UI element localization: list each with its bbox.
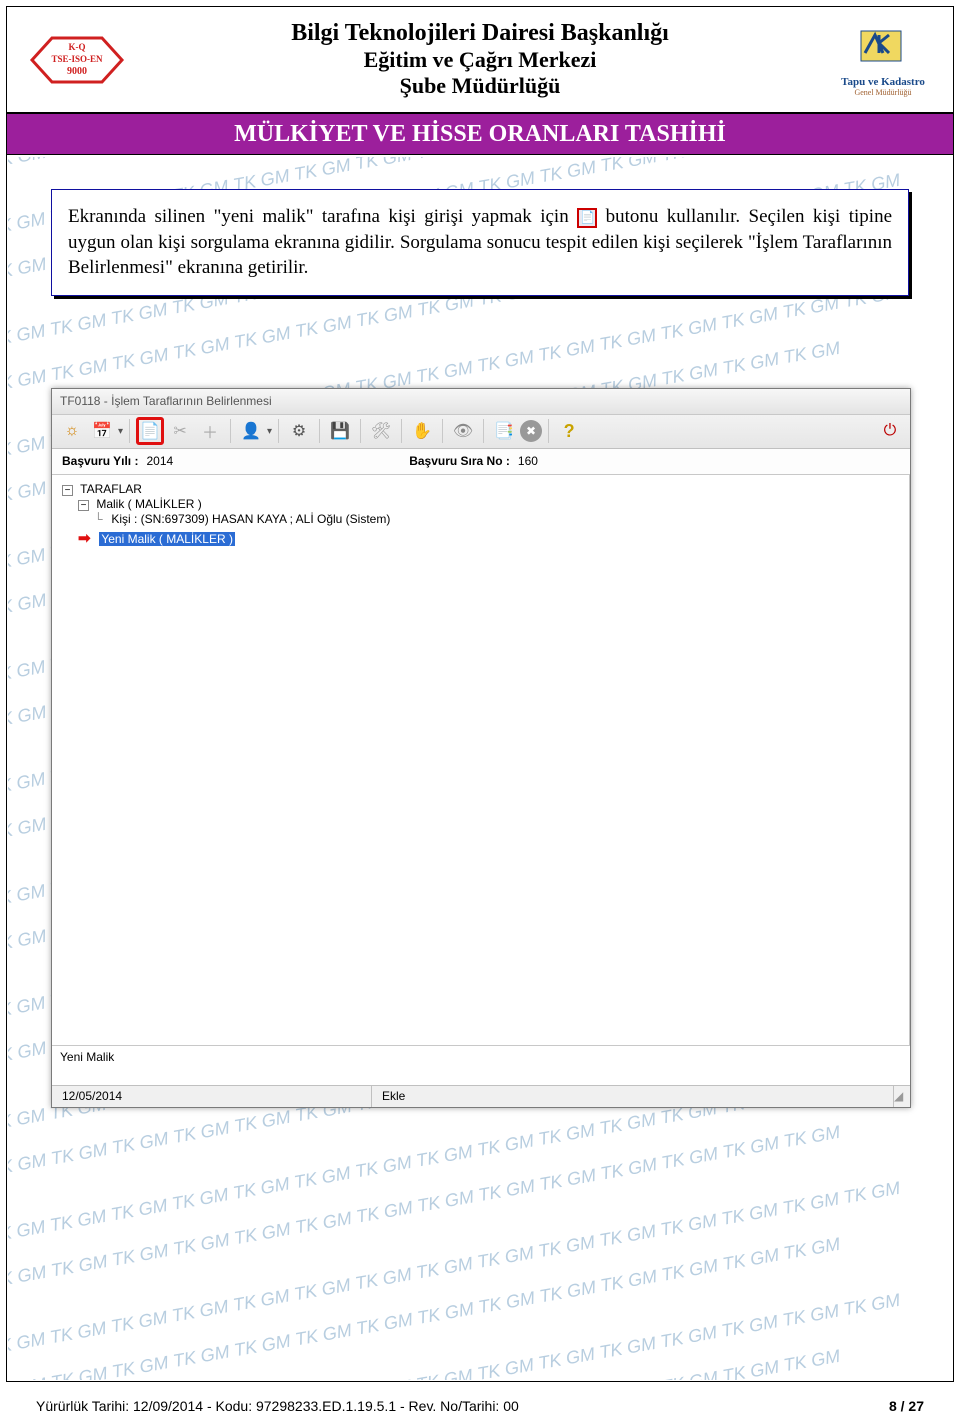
page-frame: K-Q TSE-ISO-EN 9000 Bilgi Teknolojileri … xyxy=(6,6,954,1382)
svg-text:K-Q: K-Q xyxy=(69,42,86,52)
toolbar-separator xyxy=(548,419,549,443)
basvuru-yili-label: Başvuru Yılı : xyxy=(62,454,138,468)
toolbar-separator xyxy=(442,419,443,443)
status-mode: Ekle xyxy=(372,1086,894,1107)
header-line-1: Bilgi Teknolojileri Dairesi Başkanlığı xyxy=(147,20,813,47)
status-date: 12/05/2014 xyxy=(52,1086,372,1107)
tree-connector-icon: └ xyxy=(94,512,108,526)
toolbar-new-document-button[interactable]: 📄 xyxy=(136,417,164,445)
dropdown-icon[interactable]: ▾ xyxy=(118,426,123,437)
tree-yeni-malik[interactable]: ➡ Yeni Malik ( MALİKLER ) xyxy=(78,528,901,548)
toolbar-sun-button[interactable]: ☼ xyxy=(58,417,86,445)
toolbar-person-button[interactable]: 👤 xyxy=(237,417,265,445)
collapse-icon[interactable]: − xyxy=(78,500,89,511)
tree-malik[interactable]: − Malik ( MALİKLER ) └ Kişi : (SN:697309… xyxy=(78,496,901,528)
basvuru-sira-label: Başvuru Sıra No : xyxy=(409,454,510,468)
toolbar-separator xyxy=(319,419,320,443)
toolbar-separator xyxy=(230,419,231,443)
toolbar-separator xyxy=(278,419,279,443)
app-window: TF0118 - İşlem Taraflarının Belirlenmesi… xyxy=(51,388,911,1108)
toolbar-close-button[interactable]: ✖ xyxy=(520,420,542,442)
instruction-text-1: Ekranında silinen "yeni malik" tarafına … xyxy=(68,206,577,227)
content-area: Ekranında silinen "yeni malik" tarafına … xyxy=(7,155,953,1108)
window-titlebar: TF0118 - İşlem Taraflarının Belirlenmesi xyxy=(52,389,910,415)
left-logo: K-Q TSE-ISO-EN 9000 xyxy=(7,30,147,90)
section-title-bar: MÜLKİYET VE HİSSE ORANLARI TASHİHİ xyxy=(7,113,953,155)
toolbar-cut-button[interactable]: ✂ xyxy=(166,417,194,445)
footer-page-number: 8 / 27 xyxy=(889,1398,924,1414)
toolbar-separator xyxy=(483,419,484,443)
tree-kisi-label: Kişi : (SN:697309) HASAN KAYA ; ALİ Oğlu… xyxy=(111,512,390,526)
tree-malik-label: Malik ( MALİKLER ) xyxy=(96,497,201,511)
toolbar-copy-button[interactable]: 📑 xyxy=(490,417,518,445)
toolbar-help-button[interactable]: ? xyxy=(555,417,583,445)
basvuru-sira-value: 160 xyxy=(518,454,538,468)
selection-bar: Yeni Malik xyxy=(52,1045,910,1085)
toolbar-tool-button[interactable]: 🛠 xyxy=(367,417,395,445)
toolbar-add-button[interactable]: ＋ xyxy=(196,417,224,445)
info-row: Başvuru Yılı : 2014 Başvuru Sıra No : 16… xyxy=(52,449,910,475)
dropdown-icon[interactable]: ▾ xyxy=(267,426,272,437)
toolbar: ☼ 📅 ▾ 📄 ✂ ＋ 👤 ▾ ⚙ 💾 🛠 ✋ 👁 xyxy=(52,415,910,449)
statusbar: 12/05/2014 Ekle ◢ xyxy=(52,1085,910,1107)
document-header: K-Q TSE-ISO-EN 9000 Bilgi Teknolojileri … xyxy=(7,7,953,113)
toolbar-calendar-button[interactable]: 📅 xyxy=(88,417,116,445)
tree-view[interactable]: − TARAFLAR − Malik ( MALİKLER ) └ xyxy=(52,475,910,1045)
header-titles: Bilgi Teknolojileri Dairesi Başkanlığı E… xyxy=(147,20,813,99)
toolbar-view-button[interactable]: 👁 xyxy=(449,417,477,445)
toolbar-hand-button[interactable]: ✋ xyxy=(408,417,436,445)
footer-left: Yürürlük Tarihi: 12/09/2014 - Kodu: 9729… xyxy=(36,1398,519,1414)
tree-kisi[interactable]: └ Kişi : (SN:697309) HASAN KAYA ; ALİ Oğ… xyxy=(94,511,901,527)
iso-logo-icon: K-Q TSE-ISO-EN 9000 xyxy=(22,30,132,90)
tree-yeni-malik-label: Yeni Malik ( MALİKLER ) xyxy=(99,532,235,546)
toolbar-separator xyxy=(129,419,130,443)
selection-text: Yeni Malik xyxy=(60,1050,114,1064)
svg-text:9000: 9000 xyxy=(67,66,87,77)
collapse-icon[interactable]: − xyxy=(62,485,73,496)
document-button-icon xyxy=(577,208,597,228)
red-arrow-icon: ➡ xyxy=(78,529,96,547)
instruction-box: Ekranında silinen "yeni malik" tarafına … xyxy=(51,189,909,296)
tree-root-label: TARAFLAR xyxy=(80,482,142,496)
resize-grip-icon[interactable]: ◢ xyxy=(894,1089,910,1103)
toolbar-separator xyxy=(360,419,361,443)
tree-root[interactable]: − TARAFLAR − Malik ( MALİKLER ) └ xyxy=(62,481,901,549)
toolbar-exit-button[interactable]: ⏻ xyxy=(876,417,904,445)
right-logo: Tapu ve Kadastro Genel Müdürlüğü xyxy=(813,23,953,97)
toolbar-settings-button[interactable]: ⚙ xyxy=(285,417,313,445)
right-logo-text: Tapu ve Kadastro xyxy=(841,76,925,88)
svg-text:TSE-ISO-EN: TSE-ISO-EN xyxy=(51,54,103,64)
header-line-3: Şube Müdürlüğü xyxy=(147,73,813,99)
tk-logo-icon xyxy=(853,23,913,76)
page-footer: Yürürlük Tarihi: 12/09/2014 - Kodu: 9729… xyxy=(36,1398,924,1414)
section-title: MÜLKİYET VE HİSSE ORANLARI TASHİHİ xyxy=(234,121,726,148)
basvuru-yili-value: 2014 xyxy=(146,454,173,468)
right-logo-sub: Genel Müdürlüğü xyxy=(854,88,911,97)
header-line-2: Eğitim ve Çağrı Merkezi xyxy=(147,47,813,73)
toolbar-save-button[interactable]: 💾 xyxy=(326,417,354,445)
body-area: − TARAFLAR − Malik ( MALİKLER ) └ xyxy=(52,475,910,1045)
window-title: TF0118 - İşlem Taraflarının Belirlenmesi xyxy=(60,394,272,408)
toolbar-separator xyxy=(401,419,402,443)
